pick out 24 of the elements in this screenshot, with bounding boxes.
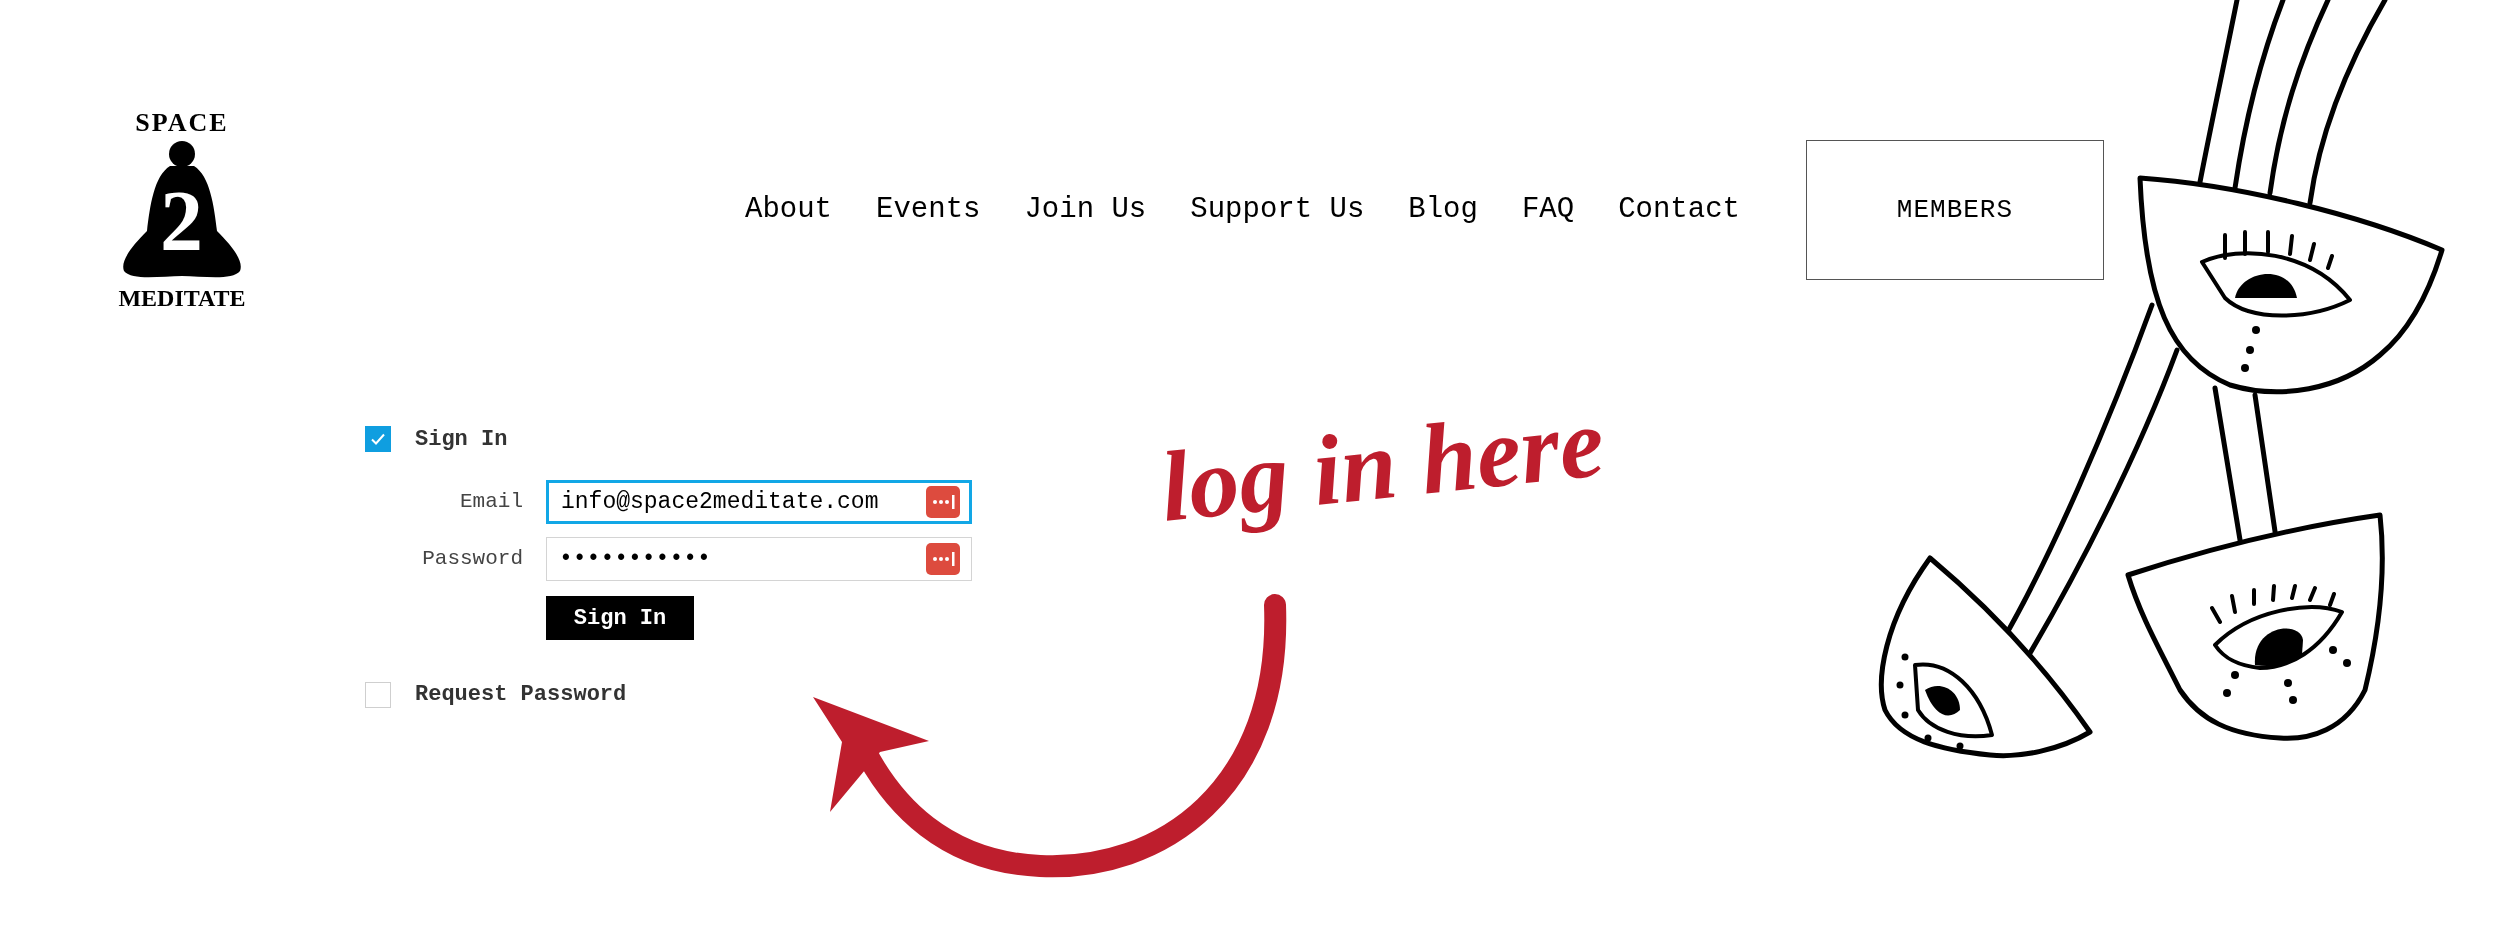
option-label: Sign In <box>415 425 508 454</box>
checkmark-icon <box>370 431 386 447</box>
option-label[interactable]: Request Password <box>415 678 627 711</box>
handwritten-note: log in here <box>1156 392 1609 538</box>
members-button[interactable]: MEMBERS <box>1805 140 2104 280</box>
sign-in-button[interactable]: Sign In <box>546 596 694 640</box>
checkbox[interactable] <box>365 426 391 452</box>
nav-link[interactable]: About <box>745 188 832 232</box>
nav-link[interactable]: Join Us <box>1024 188 1147 232</box>
logo-wordmark: SPACE <box>135 110 229 136</box>
password-manager-icon[interactable] <box>926 486 960 518</box>
input-field[interactable]: info@space2meditate.com <box>546 480 972 524</box>
nav-link[interactable]: Blog <box>1408 188 1478 232</box>
nav-link[interactable]: Contact <box>1618 188 1740 232</box>
field-label: Email <box>459 489 523 516</box>
input-field[interactable]: ••••••••••• <box>546 537 972 581</box>
nav-link[interactable]: Support Us <box>1190 188 1365 232</box>
logo-numeral: 2 <box>160 178 203 264</box>
checkbox[interactable] <box>365 681 391 708</box>
nav-link[interactable]: Events <box>876 188 981 232</box>
logo-wordmark: MEDITATE <box>118 286 246 310</box>
field-label: Password <box>421 546 523 573</box>
password-manager-icon[interactable] <box>926 543 960 575</box>
nav-link[interactable]: FAQ <box>1521 188 1575 232</box>
